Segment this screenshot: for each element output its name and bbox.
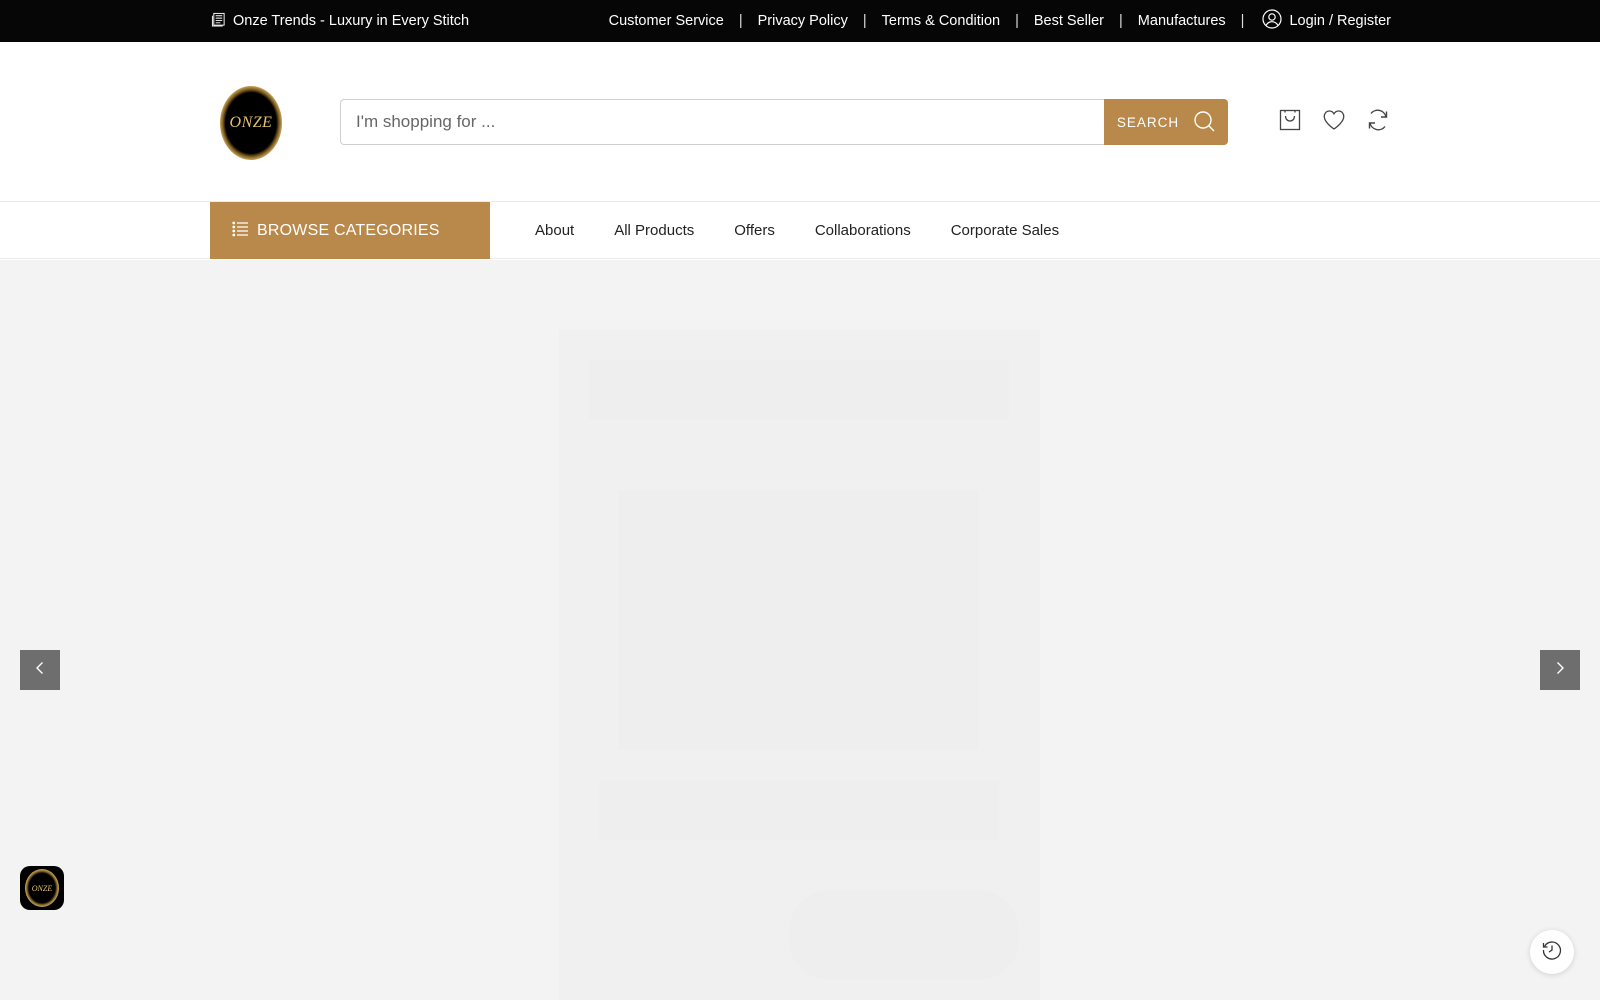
browse-categories-label: BROWSE CATEGORIES: [257, 221, 440, 239]
header: ONZE SEARCH: [0, 42, 1600, 202]
slider-prev-button[interactable]: [20, 650, 60, 690]
chevron-left-icon: [32, 660, 48, 681]
search-icon: [1193, 110, 1215, 135]
chevron-right-icon: [1552, 660, 1568, 681]
separator: |: [738, 13, 743, 29]
separator: |: [1015, 13, 1019, 29]
hero-image-detail: [599, 780, 999, 840]
tagline: Onze Trends - Luxury in Every Stitch: [211, 0, 469, 42]
store-icon: [211, 12, 226, 31]
chat-logo-icon: ONZE: [25, 869, 59, 907]
top-links: Customer Service | Privacy Policy | Term…: [609, 0, 1391, 42]
recently-viewed-button[interactable]: [1530, 930, 1574, 974]
nav-item-offers[interactable]: Offers: [734, 222, 775, 239]
nav-links: About All Products Offers Collaborations…: [535, 202, 1059, 259]
logo-text: ONZE: [229, 114, 273, 131]
login-register-link[interactable]: Login / Register: [1262, 9, 1391, 33]
terms-condition-link[interactable]: Terms & Condition: [882, 13, 1000, 29]
nav-item-corporate-sales[interactable]: Corporate Sales: [951, 222, 1059, 239]
search-input[interactable]: [340, 99, 1104, 145]
cart-icon[interactable]: [1278, 108, 1302, 132]
slider-next-button[interactable]: [1540, 650, 1580, 690]
hero-image-detail: [589, 360, 1009, 420]
store-logo[interactable]: ONZE: [220, 86, 282, 160]
separator: |: [1119, 13, 1123, 29]
user-icon: [1262, 9, 1283, 33]
search-button-label: SEARCH: [1116, 114, 1180, 130]
login-register-label: Login / Register: [1289, 13, 1391, 29]
compare-icon[interactable]: [1366, 108, 1390, 132]
hero-image-detail: [619, 490, 979, 750]
header-icons: [1278, 108, 1390, 132]
customer-service-link[interactable]: Customer Service: [609, 13, 724, 29]
best-seller-link[interactable]: Best Seller: [1034, 13, 1104, 29]
chat-widget-button[interactable]: ONZE: [20, 866, 64, 910]
hero-image-detail: [789, 890, 1019, 980]
heart-icon[interactable]: [1322, 108, 1346, 132]
chat-logo-text: ONZE: [31, 883, 53, 893]
nav-item-all-products[interactable]: All Products: [614, 222, 694, 239]
top-bar: Onze Trends - Luxury in Every Stitch Cus…: [0, 0, 1600, 42]
separator: |: [862, 13, 867, 29]
search-bar: SEARCH: [340, 99, 1228, 145]
main-nav: BROWSE CATEGORIES About All Products Off…: [0, 202, 1600, 259]
privacy-policy-link[interactable]: Privacy Policy: [758, 13, 848, 29]
manufactures-link[interactable]: Manufactures: [1138, 13, 1226, 29]
hero-image: [559, 330, 1040, 1000]
nav-item-collaborations[interactable]: Collaborations: [815, 222, 911, 239]
list-icon: [232, 220, 249, 242]
search-button[interactable]: SEARCH: [1104, 99, 1228, 145]
nav-item-about[interactable]: About: [535, 222, 574, 239]
browse-categories-button[interactable]: BROWSE CATEGORIES: [210, 202, 490, 259]
tagline-text: Onze Trends - Luxury in Every Stitch: [233, 13, 470, 29]
separator: |: [1240, 13, 1245, 29]
hero-slider: [0, 260, 1600, 1000]
history-icon: [1541, 939, 1563, 966]
